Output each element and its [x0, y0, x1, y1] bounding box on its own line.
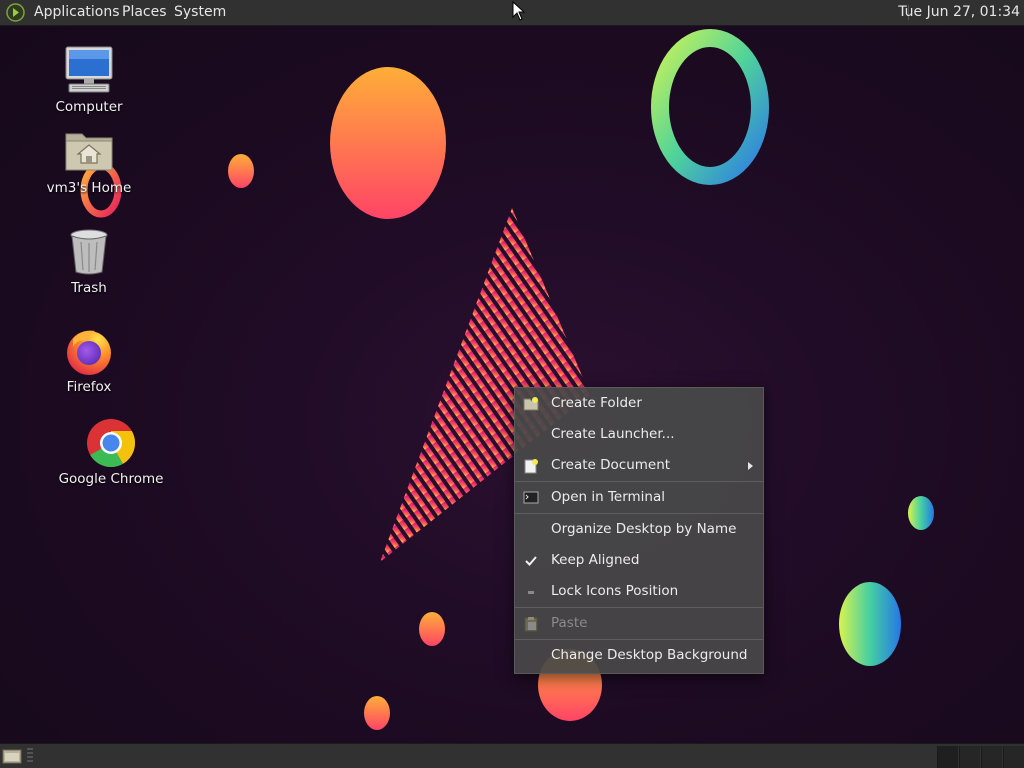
- new-document-icon: [524, 459, 538, 474]
- desktop-icon-label: Computer: [55, 99, 123, 115]
- workspace-1[interactable]: [937, 746, 958, 768]
- applications-menu[interactable]: Applications: [34, 3, 120, 22]
- menu-item-label: Change Desktop Background: [551, 647, 748, 663]
- desktop-icon-label: Google Chrome: [58, 471, 164, 487]
- firefox-icon: [63, 325, 115, 377]
- system-menu[interactable]: System: [174, 3, 226, 22]
- menu-item-create-document[interactable]: Create Document: [515, 450, 763, 481]
- desktop-icon-label: Firefox: [66, 379, 112, 395]
- mouse-cursor-icon: [512, 1, 526, 21]
- mate-logo-icon[interactable]: [6, 3, 25, 22]
- check-icon: [525, 556, 537, 566]
- submenu-arrow-icon: [748, 462, 753, 470]
- workspace-2[interactable]: [959, 746, 980, 768]
- menu-item-label: Create Launcher...: [551, 426, 675, 442]
- menu-item-lock-icons-position[interactable]: Lock Icons Position: [515, 576, 763, 607]
- menu-item-label: Keep Aligned: [551, 552, 640, 568]
- trash-icon: [63, 226, 115, 278]
- menu-item-keep-aligned[interactable]: Keep Aligned: [515, 545, 763, 576]
- desktop-icon-firefox[interactable]: Firefox: [34, 325, 144, 395]
- desktop-icon-computer[interactable]: Computer: [34, 45, 144, 115]
- show-desktop-icon[interactable]: [2, 748, 22, 765]
- desktop-icon-label: vm3's Home: [46, 180, 132, 196]
- menu-item-open-terminal[interactable]: Open in Terminal: [515, 482, 763, 513]
- menu-item-label: Open in Terminal: [551, 489, 665, 505]
- bottom-panel: [0, 743, 1024, 768]
- workspace-3[interactable]: [981, 746, 1002, 768]
- desktop-wallpaper: [0, 0, 1024, 768]
- desktop-icon-label: Trash: [71, 280, 107, 296]
- new-folder-icon: [523, 397, 539, 411]
- terminal-icon: [523, 491, 539, 504]
- computer-icon: [63, 45, 115, 97]
- home-folder-icon: [63, 126, 115, 178]
- paste-icon: [524, 617, 538, 632]
- desktop-icon-home[interactable]: vm3's Home: [34, 126, 144, 196]
- menu-item-label: Create Document: [551, 457, 671, 473]
- menu-item-label: Paste: [551, 615, 588, 631]
- menu-item-organize-desktop[interactable]: Organize Desktop by Name: [515, 514, 763, 545]
- menu-item-label: Create Folder: [551, 395, 642, 411]
- menu-item-create-folder[interactable]: Create Folder: [515, 388, 763, 419]
- clock[interactable]: Tue Jun 27, 01:34: [898, 3, 1020, 22]
- desktop-icon-chrome[interactable]: Google Chrome: [56, 417, 166, 487]
- menu-item-paste: Paste: [515, 608, 763, 639]
- menu-item-create-launcher[interactable]: Create Launcher...: [515, 419, 763, 450]
- menu-item-change-background[interactable]: Change Desktop Background: [515, 640, 763, 671]
- menu-item-label: Lock Icons Position: [551, 583, 679, 599]
- workspace-4[interactable]: [1003, 746, 1024, 768]
- menu-item-label: Organize Desktop by Name: [551, 521, 737, 537]
- unchecked-icon: [528, 591, 534, 594]
- panel-drag-handle[interactable]: [27, 748, 33, 764]
- desktop-icon-trash[interactable]: Trash: [34, 226, 144, 296]
- chrome-icon: [85, 417, 137, 469]
- places-menu[interactable]: Places: [122, 3, 167, 22]
- desktop-context-menu: Create Folder Create Launcher... Create …: [514, 387, 764, 674]
